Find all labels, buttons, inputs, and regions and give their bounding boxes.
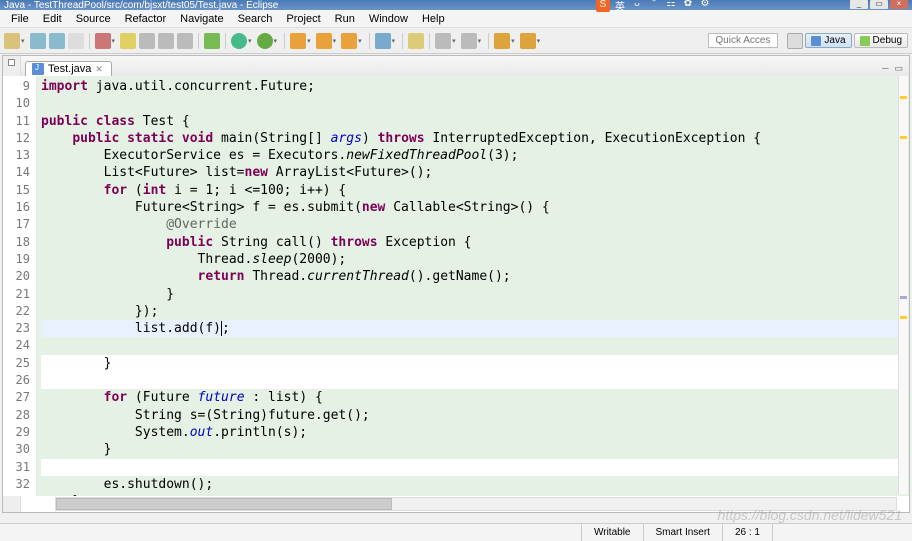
code-editor[interactable]: import java.util.concurrent.Future; publ… (37, 76, 909, 496)
tray-icon[interactable]: ✿ (681, 0, 695, 10)
run-icon[interactable] (231, 33, 247, 49)
maximize-button[interactable]: ▭ (870, 0, 888, 9)
save-icon[interactable] (30, 33, 46, 49)
menu-source[interactable]: Source (69, 11, 118, 27)
print-icon[interactable] (68, 33, 84, 49)
status-bar: Writable Smart Insert 26 : 1 (0, 523, 912, 541)
editor-tab[interactable]: Test.java ✕ (25, 61, 112, 76)
run-external-icon[interactable] (257, 33, 273, 49)
show-view-icon[interactable] (8, 59, 15, 66)
window-titlebar: Java - TestThreadPool/src/com/bjsxt/test… (0, 0, 912, 10)
java-file-icon (32, 63, 44, 75)
status-insert-mode: Smart Insert (643, 524, 722, 541)
editor-area: Test.java ✕ ─ ▭ ▪⊟ ⊟ ⊟ 91011121314151617… (2, 55, 910, 513)
window-title: Java - TestThreadPool/src/com/bjsxt/test… (4, 0, 278, 10)
close-tab-icon[interactable]: ✕ (95, 64, 103, 75)
toolbar-icon[interactable] (139, 33, 155, 49)
status-cursor-pos: 26 : 1 (722, 524, 772, 541)
quick-access-input[interactable] (708, 33, 778, 48)
status-writable: Writable (581, 524, 643, 541)
tab-filename: Test.java (48, 63, 91, 75)
tray-icon[interactable]: ⚙ (698, 0, 712, 10)
overview-ruler[interactable] (898, 76, 908, 494)
toolbar-icon[interactable] (120, 33, 136, 49)
menu-run[interactable]: Run (328, 11, 362, 27)
watermark-text: https://blog.csdn.net/lidew521 (718, 507, 902, 523)
main-toolbar: ▾ ▾ ▾ ▾ ▾ ▾ ▾ ▾ ▾ ▾ ▾ ▾ Java Debug (0, 28, 912, 54)
menu-file[interactable]: File (4, 11, 36, 27)
menu-help[interactable]: Help (415, 11, 452, 27)
menu-project[interactable]: Project (279, 11, 327, 27)
toolbar-icon[interactable] (461, 33, 477, 49)
save-all-icon[interactable] (49, 33, 65, 49)
toolbar-icon[interactable] (177, 33, 193, 49)
menu-search[interactable]: Search (231, 11, 280, 27)
new-package-icon[interactable] (290, 33, 306, 49)
skip-breakpoints-icon[interactable] (204, 33, 220, 49)
minimize-view-icon[interactable]: ─ (882, 63, 888, 74)
maximize-view-icon[interactable]: ▭ (894, 63, 903, 74)
tray-icon[interactable]: 英 (613, 0, 627, 10)
tray-icon[interactable]: ☷ (664, 0, 678, 10)
open-perspective-icon[interactable] (787, 33, 803, 49)
tray-icon[interactable]: ᴗ (630, 0, 644, 10)
open-type-icon[interactable] (375, 33, 391, 49)
minimize-button[interactable]: _ (850, 0, 868, 9)
menu-refactor[interactable]: Refactor (118, 11, 174, 27)
new-class-icon[interactable] (316, 33, 332, 49)
search-icon[interactable] (408, 33, 424, 49)
new-folder-icon[interactable] (341, 33, 357, 49)
menubar: File Edit Source Refactor Navigate Searc… (0, 10, 912, 28)
toolbar-icon[interactable] (158, 33, 174, 49)
perspective-java[interactable]: Java (805, 33, 851, 48)
toolbar-icon[interactable] (435, 33, 451, 49)
menu-navigate[interactable]: Navigate (173, 11, 230, 27)
back-icon[interactable] (494, 33, 510, 49)
system-tray: S 英 ᴗ " ☷ ✿ ⚙ (596, 0, 712, 10)
menu-window[interactable]: Window (362, 11, 415, 27)
close-button[interactable]: × (890, 0, 908, 9)
perspective-debug[interactable]: Debug (854, 33, 908, 48)
editor-tabbar: Test.java ✕ ─ ▭ (3, 56, 909, 76)
new-icon[interactable] (4, 33, 20, 49)
debug-icon[interactable] (95, 33, 111, 49)
menu-edit[interactable]: Edit (36, 11, 69, 27)
tray-icon[interactable]: " (647, 0, 661, 10)
tray-icon[interactable]: S (596, 0, 610, 10)
forward-icon[interactable] (520, 33, 536, 49)
line-number-gutter[interactable]: 9101112131415161718192021222324252627282… (3, 76, 37, 496)
